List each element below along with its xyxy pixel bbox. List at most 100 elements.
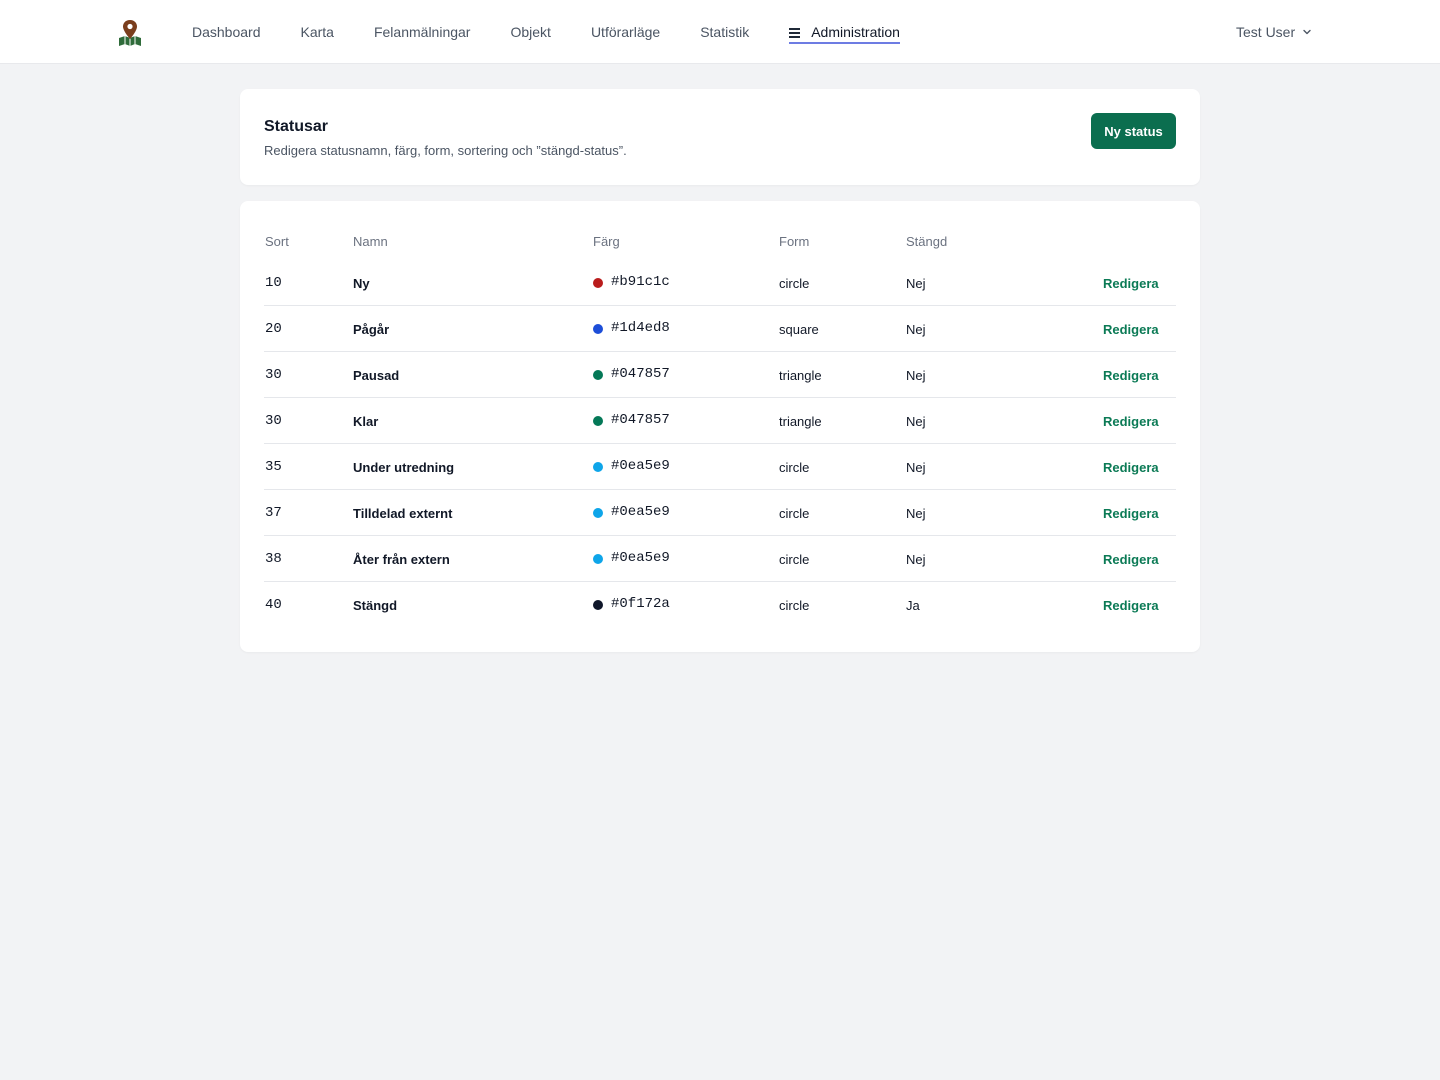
nav-administration[interactable]: Administration	[789, 0, 900, 64]
page-subtitle: Redigera statusnamn, färg, form, sorteri…	[264, 143, 627, 158]
status-color: #047857	[593, 352, 670, 398]
nav-statistik[interactable]: Statistik	[700, 0, 749, 64]
status-form: circle	[779, 275, 810, 291]
main-nav: Dashboard Karta Felanmälningar Objekt Ut…	[192, 0, 900, 64]
column-header-closed: Stängd	[906, 234, 948, 249]
table-body: 10 Ny #b91c1c circle Nej Redigera 20 Pågår #1d4e…	[264, 260, 1176, 628]
sort-value: 30	[265, 413, 282, 429]
status-closed: Nej	[906, 275, 926, 291]
sort-value: 10	[265, 275, 282, 291]
status-closed: Nej	[906, 459, 926, 475]
status-form: circle	[779, 551, 810, 567]
table-row: 30 Pausad #047857 triangle Nej Redigera	[264, 352, 1176, 398]
page-header-card: Statusar Redigera statusnamn, färg, form…	[240, 89, 1200, 185]
color-swatch	[593, 462, 603, 472]
top-navigation-bar: Dashboard Karta Felanmälningar Objekt Ut…	[0, 0, 1440, 64]
status-closed: Nej	[906, 367, 926, 383]
column-header-form: Form	[779, 234, 810, 249]
color-swatch	[593, 278, 603, 288]
status-name: Ny	[353, 275, 370, 291]
status-color: #0ea5e9	[593, 490, 670, 536]
color-swatch	[593, 554, 603, 564]
color-hex: #0ea5e9	[611, 458, 670, 474]
table-row: 10 Ny #b91c1c circle Nej Redigera	[264, 260, 1176, 306]
status-color: #0ea5e9	[593, 536, 670, 582]
hamburger-menu-icon	[789, 28, 801, 38]
edit-link[interactable]: Redigera	[1103, 582, 1159, 628]
status-form: circle	[779, 597, 810, 613]
status-name: Under utredning	[353, 459, 455, 475]
nav-utforarlage[interactable]: Utförarläge	[591, 0, 660, 64]
status-closed: Nej	[906, 551, 926, 567]
sort-value: 20	[265, 321, 282, 337]
status-color: #047857	[593, 398, 670, 444]
status-form: triangle	[779, 367, 822, 383]
table-row: 35 Under utredning #0ea5e9 circle Nej Rediger…	[264, 444, 1176, 490]
table-row: 37 Tilldelad externt #0ea5e9 circle Nej Redig…	[264, 490, 1176, 536]
table-header: Sort Namn Färg Form Stängd	[264, 234, 1176, 252]
status-color: #0f172a	[593, 582, 670, 628]
status-closed: Nej	[906, 413, 926, 429]
sort-value: 37	[265, 505, 282, 521]
color-hex: #0ea5e9	[611, 504, 670, 520]
table-row: 38 Åter från extern #0ea5e9 circle Nej Redige…	[264, 536, 1176, 582]
edit-link[interactable]: Redigera	[1103, 398, 1159, 444]
nav-dashboard[interactable]: Dashboard	[192, 0, 261, 64]
user-menu[interactable]: Test User	[1236, 0, 1312, 64]
color-hex: #b91c1c	[611, 274, 670, 290]
status-form: square	[779, 321, 819, 337]
sort-value: 35	[265, 459, 282, 475]
column-header-color: Färg	[593, 234, 620, 249]
color-hex: #0ea5e9	[611, 550, 670, 566]
column-header-sort: Sort	[265, 234, 289, 249]
status-form: circle	[779, 505, 810, 521]
edit-link[interactable]: Redigera	[1103, 444, 1159, 490]
color-hex: #047857	[611, 412, 670, 428]
status-color: #0ea5e9	[593, 444, 670, 490]
nav-administration-label: Administration	[811, 24, 900, 40]
table-row: 30 Klar #047857 triangle Nej Redigera	[264, 398, 1176, 444]
status-table-card: Sort Namn Färg Form Stängd 10 Ny #b91c1c ci…	[240, 201, 1200, 652]
status-name: Stängd	[353, 597, 398, 613]
color-swatch	[593, 416, 603, 426]
sort-value: 30	[265, 367, 282, 383]
column-header-name: Namn	[353, 234, 388, 249]
new-status-button[interactable]: Ny status	[1091, 113, 1176, 149]
status-closed: Ja	[906, 597, 920, 613]
nav-felanmalningar[interactable]: Felanmälningar	[374, 0, 471, 64]
status-name: Tilldelad externt	[353, 505, 453, 521]
status-color: #1d4ed8	[593, 306, 670, 352]
status-color: #b91c1c	[593, 260, 670, 306]
active-tab-underline	[789, 42, 900, 44]
user-name: Test User	[1236, 24, 1296, 40]
table-row: 20 Pågår #1d4ed8 square Nej Redigera	[264, 306, 1176, 352]
edit-link[interactable]: Redigera	[1103, 306, 1159, 352]
sort-value: 38	[265, 551, 282, 567]
map-pin-logo-icon[interactable]	[117, 18, 143, 48]
edit-link[interactable]: Redigera	[1103, 260, 1159, 306]
color-hex: #1d4ed8	[611, 320, 670, 336]
status-name: Klar	[353, 413, 379, 429]
page-title: Statusar	[264, 118, 329, 135]
status-form: circle	[779, 459, 810, 475]
edit-link[interactable]: Redigera	[1103, 490, 1159, 536]
status-name: Åter från extern	[353, 551, 450, 567]
sort-value: 40	[265, 597, 282, 613]
edit-link[interactable]: Redigera	[1103, 536, 1159, 582]
nav-objekt[interactable]: Objekt	[510, 0, 550, 64]
color-swatch	[593, 508, 603, 518]
status-name: Pausad	[353, 367, 400, 383]
color-swatch	[593, 370, 603, 380]
edit-link[interactable]: Redigera	[1103, 352, 1159, 398]
status-closed: Nej	[906, 505, 926, 521]
color-swatch	[593, 600, 603, 610]
table-row: 40 Stängd #0f172a circle Ja Redigera	[264, 582, 1176, 628]
status-closed: Nej	[906, 321, 926, 337]
status-form: triangle	[779, 413, 822, 429]
chevron-down-icon	[1303, 29, 1311, 35]
color-hex: #047857	[611, 366, 670, 382]
color-hex: #0f172a	[611, 596, 670, 612]
color-swatch	[593, 324, 603, 334]
status-name: Pågår	[353, 321, 390, 337]
nav-karta[interactable]: Karta	[301, 0, 334, 64]
